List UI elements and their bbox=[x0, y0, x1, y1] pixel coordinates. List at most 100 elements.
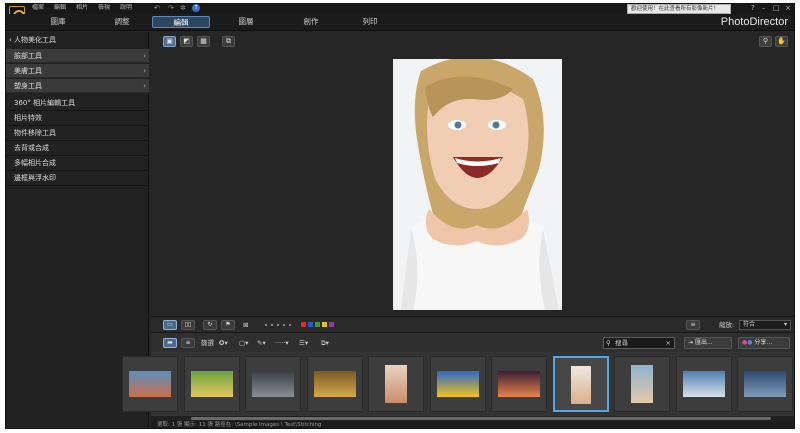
app-window: 檔案 編輯 相片 檢視 說明 ↶ ↷ ✲ ↑ 歡迎使用！在此查看所有影像新片！ … bbox=[5, 3, 795, 429]
close-icon[interactable]: × bbox=[785, 4, 791, 12]
main-photo[interactable] bbox=[393, 59, 562, 310]
color-label-green[interactable] bbox=[315, 322, 320, 327]
sidebar-item-cutout[interactable]: 去背或合成 bbox=[6, 141, 149, 156]
sidebar-item-360[interactable]: 360° 相片編輯工具 bbox=[6, 96, 149, 111]
help-icon[interactable]: ? bbox=[751, 4, 755, 12]
thumbnail-dark-tunnel[interactable] bbox=[245, 356, 301, 412]
notice-banner[interactable]: 歡迎使用！在此查看所有影像新片！ bbox=[627, 4, 731, 14]
thumbnail-sunset-sea[interactable] bbox=[491, 356, 547, 412]
status-bar: 選取: 1 張 顯示: 11 張 路徑在: \Sample Images \ T… bbox=[151, 421, 794, 428]
scrollbar-thumb[interactable] bbox=[191, 417, 771, 420]
color-label-purple[interactable] bbox=[329, 322, 334, 327]
chevron-right-icon: › bbox=[143, 82, 146, 90]
fullscreen-icon[interactable]: ⧉ bbox=[222, 36, 235, 47]
sidebar-item-label: 美膚工具 bbox=[14, 67, 42, 75]
hand-icon[interactable]: ✋ bbox=[775, 36, 788, 47]
panel-header[interactable]: ‹ 人物美化工具 bbox=[6, 34, 149, 46]
module-tabs: 圖庫 調整 編輯 圖層 創作 列印 PhotoDirector bbox=[6, 14, 794, 31]
thumbnail-mountain-lake[interactable] bbox=[675, 356, 732, 412]
sidebar-item-object-removal[interactable]: 物件移除工具 bbox=[6, 126, 149, 141]
strip-view-icon[interactable]: ▬ bbox=[163, 338, 177, 348]
thumbnail-image bbox=[744, 371, 786, 397]
zoom-label: 縮放: bbox=[719, 321, 735, 329]
view-grid-icon[interactable]: ▦ bbox=[197, 36, 210, 47]
zoom-select-value: 符合 bbox=[743, 321, 756, 328]
menu-edit[interactable]: 編輯 bbox=[54, 4, 66, 12]
redo-icon[interactable]: ↷ bbox=[168, 4, 174, 12]
sort-icon[interactable]: ≡ bbox=[686, 320, 700, 330]
undo-icon[interactable]: ↶ bbox=[154, 4, 160, 12]
filmstrip-view-icon[interactable]: ▭ bbox=[163, 320, 177, 330]
filter-flag-icon[interactable]: ✪▾ bbox=[219, 338, 228, 348]
thumbnail-bicycle-field[interactable] bbox=[183, 356, 240, 412]
color-label-red[interactable] bbox=[301, 322, 306, 327]
rating-filter-icon[interactable]: ⊠ bbox=[243, 320, 248, 330]
tab-create[interactable]: 創作 bbox=[291, 16, 331, 28]
update-icon[interactable]: ↑ bbox=[192, 4, 200, 12]
sidebar-item-multi-merge[interactable]: 多幅相片合成 bbox=[6, 156, 149, 171]
settings-icon[interactable]: ✲ bbox=[180, 4, 186, 12]
sidebar-item-label: 臉部工具 bbox=[14, 52, 42, 60]
filter-more-icon[interactable]: ·····▾ bbox=[275, 338, 289, 348]
view-single-icon[interactable]: ▣ bbox=[163, 36, 176, 47]
thumbnail-image bbox=[385, 365, 407, 403]
thumbnail-smiling-woman[interactable] bbox=[368, 356, 424, 412]
filter-copy-icon[interactable]: ⧉▾ bbox=[321, 338, 329, 348]
grid-view-icon[interactable]: ▯▯ bbox=[181, 320, 195, 330]
minimize-icon[interactable]: – bbox=[762, 4, 766, 12]
color-label-blue[interactable] bbox=[308, 322, 313, 327]
thumbnail-image bbox=[313, 371, 356, 397]
chevron-right-icon: › bbox=[143, 52, 146, 60]
rating-star-2[interactable] bbox=[271, 324, 273, 326]
thumbnail-image bbox=[570, 366, 591, 404]
filter-brush-icon[interactable]: ✎▾ bbox=[257, 338, 266, 348]
filmstrip bbox=[122, 352, 794, 416]
sidebar-item-skin-tools[interactable]: 美膚工具 › bbox=[6, 64, 149, 78]
menu-help[interactable]: 說明 bbox=[120, 4, 132, 12]
sidebar-item-body-tools[interactable]: 塑身工具 › bbox=[6, 79, 149, 93]
tab-library[interactable]: 圖庫 bbox=[38, 16, 78, 28]
menu-photo[interactable]: 相片 bbox=[76, 4, 88, 12]
search-icon: ⚲ bbox=[606, 339, 611, 347]
clear-search-icon[interactable]: × bbox=[666, 338, 671, 348]
export-button[interactable]: ⇥ 匯出... bbox=[684, 337, 732, 349]
filter-list-icon[interactable]: ☰▾ bbox=[299, 338, 308, 348]
filter-toolbar: ▬ ≡ 篩選 ✪▾ ▢▾ ✎▾ ·····▾ ☰▾ ⧉▾ ⚲ 搜尋 × ⇥ 匯出… bbox=[151, 332, 794, 352]
thumbnail-waterfront-dusk[interactable] bbox=[122, 356, 178, 412]
tab-layers[interactable]: 圖層 bbox=[226, 16, 266, 28]
color-label-yellow[interactable] bbox=[322, 322, 327, 327]
tab-edit[interactable]: 編輯 bbox=[152, 16, 210, 28]
thumbnail-image bbox=[436, 371, 479, 397]
rotate-icon[interactable]: ↻ bbox=[203, 320, 217, 330]
zoom-icon[interactable]: ⚲ bbox=[759, 36, 772, 47]
thumbnail-city-skyline[interactable] bbox=[737, 356, 793, 412]
thumbnail-sunflower-sky[interactable] bbox=[429, 356, 486, 412]
flag-icon[interactable]: ⚑ bbox=[221, 320, 235, 330]
thumbnail-smiling-girl-2[interactable] bbox=[614, 356, 670, 412]
sidebar-item-label: 塑身工具 bbox=[14, 82, 42, 90]
rating-star-4[interactable] bbox=[283, 324, 285, 326]
rating-star-5[interactable] bbox=[289, 324, 291, 326]
panel-header-label: 人物美化工具 bbox=[14, 36, 57, 44]
menu-view[interactable]: 檢視 bbox=[98, 4, 110, 12]
search-input[interactable]: ⚲ 搜尋 × bbox=[603, 337, 675, 349]
rating-star-3[interactable] bbox=[277, 324, 279, 326]
status-text: 選取: 1 張 顯示: 11 張 路徑在: \Sample Images \ T… bbox=[157, 422, 322, 428]
thumbnail-spiral-staircase[interactable] bbox=[306, 356, 363, 412]
list-view-icon[interactable]: ≡ bbox=[181, 338, 195, 348]
thumbnail-woman-portrait-selected[interactable] bbox=[552, 356, 609, 412]
filter-frame-icon[interactable]: ▢▾ bbox=[239, 338, 248, 348]
share-button[interactable]: ●● 分享... bbox=[738, 337, 790, 349]
tab-adjust[interactable]: 調整 bbox=[102, 16, 142, 28]
rating-star-1[interactable] bbox=[265, 324, 267, 326]
menu-file[interactable]: 檔案 bbox=[32, 4, 44, 12]
sidebar-item-face-tools[interactable]: 臉部工具 › bbox=[6, 49, 149, 63]
sidebar-item-effects[interactable]: 相片特效 bbox=[6, 111, 149, 126]
zoom-select[interactable]: 符合 ▾ bbox=[739, 320, 791, 330]
tab-print[interactable]: 列印 bbox=[350, 16, 390, 28]
maximize-icon[interactable]: □ bbox=[773, 4, 780, 12]
sidebar-item-frames[interactable]: 邊框與浮水印 bbox=[6, 171, 149, 186]
view-compare-icon[interactable]: ◩ bbox=[180, 36, 193, 47]
browser-toolbar: ▭ ▯▯ ↻ ⚑ ⊠ ≡ 縮放: 符合 ▾ bbox=[151, 316, 794, 332]
chevron-down-icon: ▾ bbox=[783, 321, 787, 328]
